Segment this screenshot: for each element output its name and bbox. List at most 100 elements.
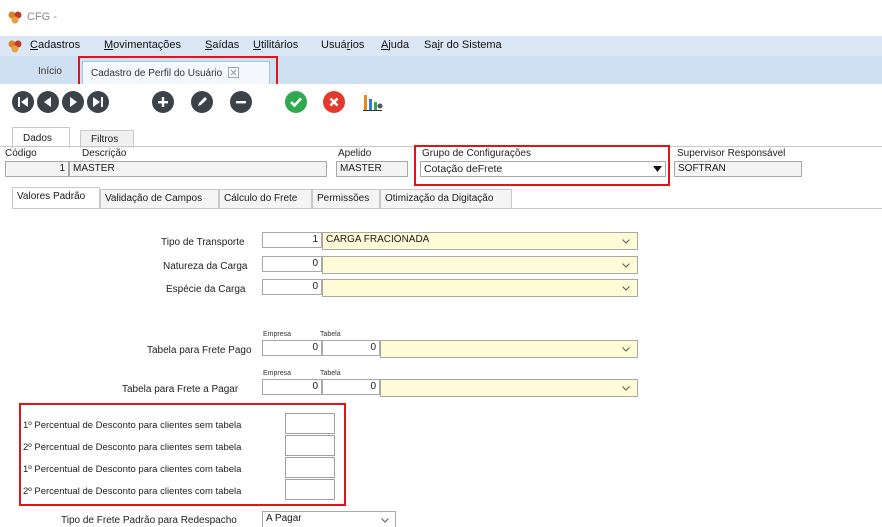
window-title: CFG - [27, 11, 57, 23]
sub-tab-strip: Valores Padrão Validação de Campos Cálcu… [12, 187, 882, 208]
app-menu-icon[interactable] [8, 39, 22, 53]
tab-label: Filtros [91, 134, 119, 145]
tab-dados[interactable]: Dados [12, 127, 70, 148]
menu-usuarios[interactable]: Usuários [321, 39, 364, 51]
chevron-down-icon[interactable] [653, 166, 662, 172]
form-tab-strip: Dados Filtros [0, 127, 882, 148]
next-record-icon [70, 97, 77, 107]
menu-ajuda[interactable]: Ajuda [381, 39, 409, 51]
menu-label: tilitários [260, 39, 299, 51]
report-icon [363, 95, 383, 111]
especie-carga-select[interactable] [322, 279, 638, 297]
first-record-button[interactable] [12, 91, 34, 113]
codigo-field[interactable]: 1 [5, 161, 69, 177]
tipo-frete-redespacho-label: Tipo de Frete Padrão para Redespacho [61, 515, 237, 526]
toolbar [0, 84, 882, 120]
natureza-carga-select[interactable] [322, 256, 638, 274]
chevron-down-icon[interactable] [622, 386, 630, 391]
menu-label: aídas [212, 39, 240, 51]
tab-label: Validação de Campos [105, 193, 203, 204]
desconto-1-sem-tabela-field[interactable] [285, 413, 335, 434]
document-tab-strip: Início Cadastro de Perfil do Usuário [0, 56, 882, 84]
cancel-icon [329, 97, 339, 107]
edit-button[interactable] [191, 91, 213, 113]
apelido-label: Apelido [338, 148, 372, 159]
close-icon[interactable] [228, 67, 240, 78]
remove-button[interactable] [230, 91, 252, 113]
empresa-caption: Empresa [263, 370, 292, 377]
menu-label: Usuá [321, 39, 347, 51]
menu-label: ios [350, 39, 365, 51]
grupo-configuracoes-value: Cotação deFrete [424, 163, 503, 175]
apelido-field[interactable]: MASTER [336, 161, 408, 177]
chevron-down-icon[interactable] [622, 263, 630, 268]
previous-record-button[interactable] [37, 91, 59, 113]
add-button[interactable] [152, 91, 174, 113]
tipo-transporte-code[interactable]: 1 [262, 232, 322, 248]
menu-mnemonic: M [104, 39, 114, 51]
frete-pagar-select[interactable] [380, 379, 638, 397]
natureza-carga-code[interactable]: 0 [262, 256, 322, 272]
menu-sair-do-sistema[interactable]: Sair do Sistema [424, 39, 502, 51]
last-record-icon [93, 97, 103, 107]
tab-valores-padrao[interactable]: Valores Padrão [12, 187, 100, 208]
confirm-button[interactable] [285, 91, 307, 113]
desconto-2-sem-tabela-field[interactable] [285, 435, 335, 456]
desconto-2-sem-tabela-label: 2º Percentual de Desconto para clientes … [23, 442, 242, 453]
frete-pago-empresa[interactable]: 0 [262, 340, 322, 356]
tab-label: Otimização da Digitação [385, 193, 494, 204]
descricao-field[interactable]: MASTER [69, 161, 327, 177]
menu-saidas[interactable]: Saídas [205, 39, 239, 51]
menu-cadastros[interactable]: Cadastros [30, 39, 80, 51]
frete-pago-select[interactable] [380, 340, 638, 358]
first-record-icon [18, 97, 28, 107]
frete-pagar-label: Tabela para Frete a Pagar [122, 384, 239, 395]
tipo-transporte-select[interactable]: CARGA FRACIONADA [322, 232, 638, 250]
tab-divider [0, 146, 882, 147]
desconto-1-com-tabela-label: 1º Percentual de Desconto para clientes … [23, 464, 242, 475]
tab-label: Valores Padrão [17, 191, 86, 202]
cancel-button[interactable] [323, 91, 345, 113]
tab-validacao-campos[interactable]: Validação de Campos [100, 189, 219, 208]
natureza-carga-label: Natureza da Carga [163, 261, 248, 272]
menu-label: adastros [37, 39, 81, 51]
tipo-frete-redespacho-value: A Pagar [266, 513, 302, 524]
chevron-down-icon[interactable] [622, 286, 630, 291]
last-record-button[interactable] [87, 91, 109, 113]
empresa-caption: Empresa [263, 331, 292, 338]
tab-inicio[interactable]: Início [30, 61, 70, 84]
especie-carga-label: Espécie da Carga [166, 284, 246, 295]
report-button[interactable] [362, 92, 384, 112]
frete-pagar-empresa[interactable]: 0 [262, 379, 322, 395]
chevron-down-icon[interactable] [622, 347, 630, 352]
tab-calculo-frete[interactable]: Cálculo do Frete [219, 189, 312, 208]
desconto-2-com-tabela-field[interactable] [285, 479, 335, 500]
menu-utilitarios[interactable]: Utilitários [253, 39, 298, 51]
menu-label: r do Sistema [439, 39, 502, 51]
tab-cadastro-perfil-usuario[interactable]: Cadastro de Perfil do Usuário [82, 61, 270, 84]
previous-record-icon [44, 97, 51, 107]
tipo-frete-redespacho-select[interactable]: A Pagar [262, 511, 396, 527]
chevron-down-icon[interactable] [622, 239, 630, 244]
tab-label: Cadastro de Perfil do Usuário [91, 68, 223, 79]
edit-icon [198, 97, 207, 106]
menu-label: Sa [424, 39, 438, 51]
menu-bar: Cadastros Movimentações Saídas Utilitári… [0, 36, 882, 56]
tabela-caption: Tabela [320, 331, 341, 338]
tab-label: Permissões [317, 193, 370, 204]
frete-pago-tabela[interactable]: 0 [322, 340, 380, 356]
tab-label: Cálculo do Frete [224, 193, 298, 204]
tab-otimizacao-digitacao[interactable]: Otimização da Digitação [380, 189, 512, 208]
title-bar: CFG - [0, 0, 882, 36]
chevron-down-icon[interactable] [381, 518, 389, 523]
grupo-configuracoes-select[interactable]: Cotação deFrete [420, 161, 666, 177]
supervisor-field[interactable]: SOFTRAN [674, 161, 802, 177]
frete-pagar-tabela[interactable]: 0 [322, 379, 380, 395]
desconto-1-com-tabela-field[interactable] [285, 457, 335, 478]
supervisor-label: Supervisor Responsável [677, 148, 786, 159]
descricao-label: Descrição [82, 148, 127, 159]
menu-movimentacoes[interactable]: Movimentações [104, 39, 181, 51]
especie-carga-code[interactable]: 0 [262, 279, 322, 295]
tab-permissoes[interactable]: Permissões [312, 189, 380, 208]
next-record-button[interactable] [62, 91, 84, 113]
